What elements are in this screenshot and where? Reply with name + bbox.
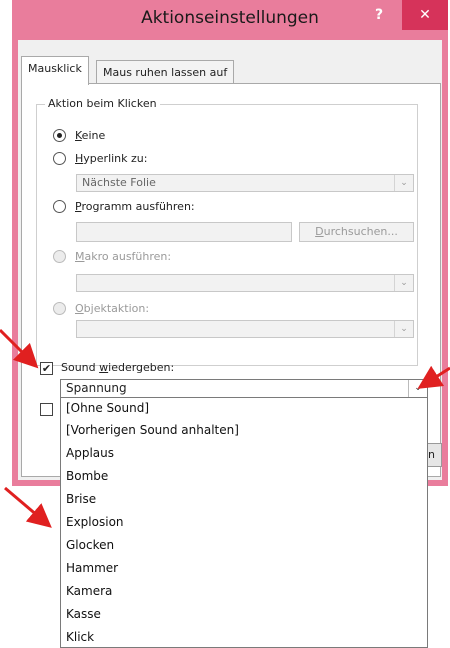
list-item[interactable]: [Vorherigen Sound anhalten] [66, 423, 239, 437]
chevron-down-icon: ⌄ [394, 275, 413, 291]
radio-object-action-label: Objektaktion: [75, 302, 150, 315]
play-sound-label: Sound wiedergeben: [61, 361, 175, 374]
play-sound-checkbox[interactable]: ✔ [40, 362, 53, 375]
tab-mouse-click[interactable]: Mausklick [21, 56, 89, 85]
tab-mouse-over[interactable]: Maus ruhen lassen auf [96, 60, 235, 85]
close-button[interactable]: ✕ [402, 0, 448, 30]
chevron-down-icon: ⌄ [394, 321, 413, 337]
radio-hyperlink[interactable] [53, 152, 66, 165]
list-item[interactable]: Applaus [66, 446, 114, 460]
radio-run-macro[interactable] [53, 250, 66, 263]
partial-button[interactable]: n [428, 443, 442, 467]
highlight-checkbox[interactable] [40, 403, 53, 416]
list-item[interactable]: Glocken [66, 538, 114, 552]
hyperlink-select[interactable]: Nächste Folie ⌄ [76, 174, 414, 192]
chevron-down-icon[interactable]: ⌄ [408, 380, 427, 397]
chevron-down-icon: ⌄ [394, 175, 413, 191]
sound-select-value: Spannung [66, 381, 127, 395]
group-legend: Aktion beim Klicken [45, 97, 160, 110]
list-item[interactable]: Hammer [66, 561, 118, 575]
radio-object-action[interactable] [53, 302, 66, 315]
list-item[interactable]: Explosion [66, 515, 124, 529]
arrow-to-list [4, 486, 52, 528]
radio-run-program[interactable] [53, 200, 66, 213]
sound-options-list: [Ohne Sound] [Vorherigen Sound anhalten]… [60, 397, 428, 648]
list-item[interactable]: Klick [66, 630, 94, 644]
radio-none-label: Keine [75, 129, 106, 142]
radio-run-macro-label: Makro ausführen: [75, 250, 172, 263]
list-item[interactable]: Kasse [66, 607, 101, 621]
radio-hyperlink-label: Hyperlink zu: [75, 152, 148, 165]
list-item[interactable]: Bombe [66, 469, 108, 483]
sound-select[interactable]: Spannung ⌄ [60, 379, 428, 398]
hyperlink-select-value: Nächste Folie [82, 176, 156, 189]
object-action-select[interactable]: ⌄ [76, 320, 414, 338]
list-item[interactable]: Brise [66, 492, 96, 506]
browse-button[interactable]: Durchsuchen... [299, 222, 414, 242]
help-button[interactable]: ? [368, 4, 390, 26]
list-item[interactable]: Kamera [66, 584, 112, 598]
program-path-input[interactable] [76, 222, 292, 242]
radio-none[interactable] [53, 129, 66, 142]
list-item[interactable]: [Ohne Sound] [66, 401, 149, 415]
macro-select[interactable]: ⌄ [76, 274, 414, 292]
title-bar[interactable]: Aktionseinstellungen ? ✕ [12, 0, 448, 40]
radio-run-program-label: Programm ausführen: [75, 200, 195, 213]
